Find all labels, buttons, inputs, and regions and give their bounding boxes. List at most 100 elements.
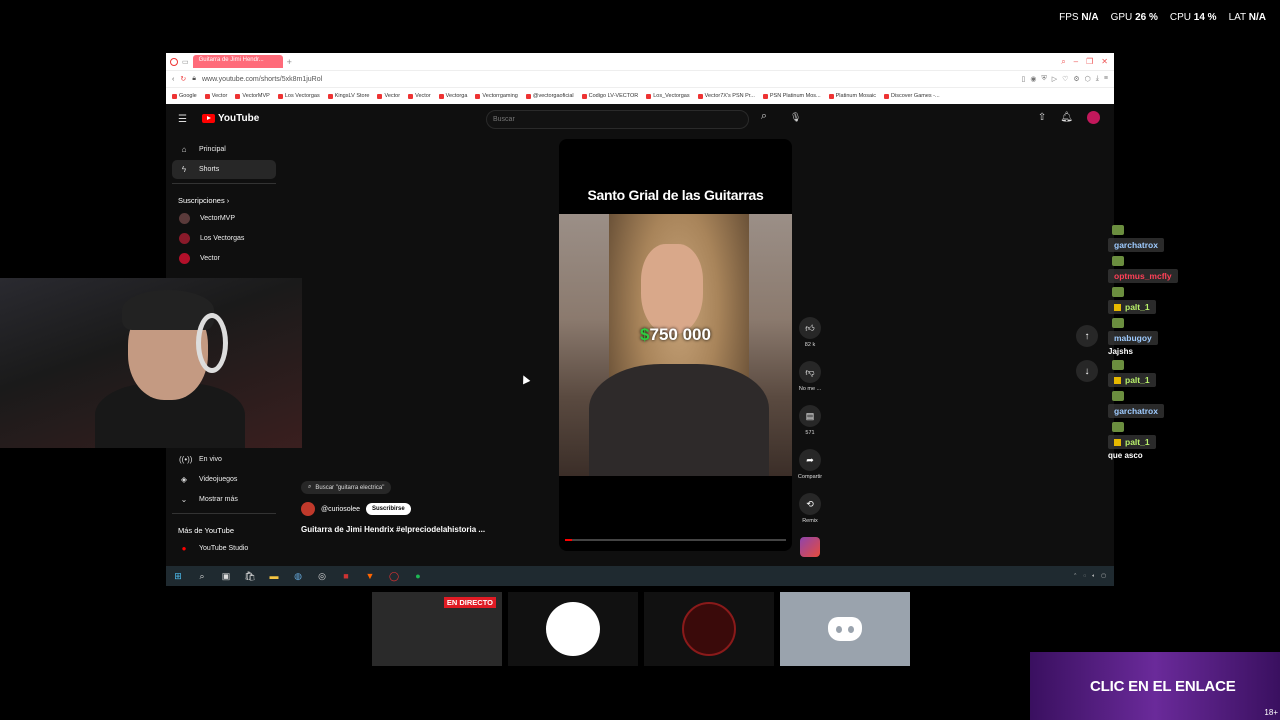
video-progress[interactable] — [565, 539, 786, 541]
comments-button[interactable]: ▤ 571 — [799, 405, 821, 436]
bookmark-item[interactable]: Discover Games -... — [884, 93, 940, 99]
sidebar-item-shorts[interactable]: ϟ Shorts — [172, 160, 276, 179]
store-icon[interactable]: 🛍︎ — [244, 570, 256, 582]
panel-mascot[interactable] — [508, 592, 638, 666]
share-button[interactable]: ➦ Compartir — [798, 449, 822, 480]
volume-icon[interactable]: 🔈︎ — [1092, 573, 1095, 579]
video-caption[interactable]: Guitarra de Jimi Hendrix #elpreciodelahi… — [301, 525, 485, 534]
subscribe-button[interactable]: Suscribirse — [366, 503, 411, 515]
bookmark-item[interactable]: Vectorga — [438, 93, 467, 99]
gamepad-icon: ◈ — [180, 475, 188, 484]
sidebar-item-games[interactable]: ◈ Videojuegos — [172, 470, 276, 489]
shorts-video[interactable]: Santo Grial de las Guitarras $750 000 — [559, 139, 792, 551]
heart-icon[interactable]: ♡ — [1062, 75, 1068, 83]
emote-icon — [1112, 391, 1124, 401]
hamburger-icon[interactable]: ☰ — [178, 114, 187, 125]
new-tab-button[interactable]: + — [287, 57, 292, 67]
sidebar-item-live[interactable]: ((•)) En vivo — [172, 450, 276, 469]
close-button[interactable]: ✕ — [1101, 57, 1108, 67]
task-view-icon[interactable]: ▣ — [220, 570, 232, 582]
chrome-icon[interactable]: ◍ — [292, 570, 304, 582]
minimize-button[interactable]: – — [1074, 57, 1078, 67]
maximize-button[interactable]: ❐ — [1086, 57, 1093, 67]
bookmark-item[interactable]: PSN Platinum Mos... — [762, 93, 821, 99]
network-icon[interactable]: ◌ — [1083, 573, 1086, 579]
channel-avatar[interactable] — [301, 502, 315, 516]
extensions-icon[interactable]: ⬡ — [1085, 75, 1091, 83]
bookmark-item[interactable]: KingsLV Store — [327, 93, 369, 99]
chat-username[interactable]: palt_1 — [1108, 435, 1156, 449]
sidebar-item-sub[interactable]: VectorMVP — [172, 209, 276, 228]
chat-username[interactable]: optmus_mcfly — [1108, 269, 1178, 283]
search-input[interactable]: Buscar — [486, 110, 749, 129]
arrow-down-icon[interactable]: ↓ — [1076, 360, 1098, 382]
panel-discord[interactable] — [780, 592, 910, 666]
chat-message: palt_1 que asco — [1108, 422, 1278, 460]
camera-icon[interactable]: ◉ — [1030, 75, 1036, 83]
url-field[interactable]: www.youtube.com/shorts/5xk8m1juRol — [202, 76, 1016, 83]
subscriptions-header[interactable]: Suscripciones › — [172, 188, 276, 209]
reload-icon[interactable]: ↻ — [180, 75, 186, 83]
sidebar-item-studio[interactable]: ● YouTube Studio — [172, 539, 276, 558]
youtube-logo[interactable]: YouTube — [202, 113, 259, 124]
upload-icon[interactable]: ⇧ — [1038, 112, 1046, 123]
spotify-icon[interactable]: ● — [412, 570, 424, 582]
bell-icon[interactable]: 🔔︎ — [1060, 112, 1073, 123]
avatar[interactable] — [1087, 111, 1100, 124]
bookmark-item[interactable]: Google — [172, 93, 197, 99]
dislike-button[interactable]: 👎︎ No me ... — [799, 361, 821, 392]
bookmark-item[interactable]: @vectorgaoficial — [525, 93, 574, 99]
sidebar-item-principal[interactable]: ⌂ Principal — [172, 140, 276, 159]
shield-icon[interactable]: ⛨ — [1041, 75, 1046, 83]
search-suggestion-chip[interactable]: ⌕ Buscar "guitarra electrica" — [301, 481, 392, 494]
windows-start-icon[interactable]: ⊞ — [172, 570, 184, 582]
chat-username[interactable]: garchatrox — [1108, 238, 1164, 252]
bookmark-item[interactable]: Vector — [377, 93, 400, 99]
steam-icon[interactable]: ◎ — [316, 570, 328, 582]
bookmark-item[interactable]: Codigo LV-VECTOR — [581, 93, 638, 99]
bookmark-item[interactable]: VectorMVP — [235, 93, 270, 99]
menu-icon[interactable]: ≡ — [1104, 75, 1108, 83]
sidebar-item-sub[interactable]: Los Vectorgas — [172, 229, 276, 248]
sidebar-item-sub[interactable]: Vector — [172, 249, 276, 268]
arrow-up-icon[interactable]: ↑ — [1076, 325, 1098, 347]
download-icon[interactable]: ⤓ — [1096, 75, 1099, 83]
bookmark-item[interactable]: Los_Vectorgas — [646, 93, 690, 99]
app-icon[interactable]: ■ — [340, 570, 352, 582]
notification-icon[interactable]: ▢ — [1101, 573, 1106, 579]
opera-icon[interactable] — [170, 57, 178, 66]
brave-icon[interactable]: ▼ — [364, 570, 376, 582]
bookmark-item[interactable]: Platinum Mosaic — [828, 93, 876, 99]
tab-youtube[interactable]: Guitarra de Jimi Hendr... — [192, 55, 283, 68]
promo-banner[interactable]: CLIC EN EL ENLACE 18+ — [1030, 652, 1280, 720]
show-more-button[interactable]: ⌄ Mostrar más — [172, 490, 276, 509]
bookmark-item[interactable]: Vector7X's PSN Pr... — [697, 93, 755, 99]
channel-thumbnail[interactable] — [800, 537, 820, 557]
chat-username[interactable]: garchatrox — [1108, 404, 1164, 418]
bookmark-item[interactable]: Vectorrgaming — [475, 93, 518, 99]
bookmark-icon[interactable]: ▯ — [1022, 75, 1026, 83]
folder-icon[interactable]: ▬ — [268, 570, 280, 582]
search-tabs-icon[interactable]: ⌕ — [1061, 57, 1065, 67]
bookmark-item[interactable]: Vector — [408, 93, 431, 99]
search-icon[interactable]: ⌕ — [196, 570, 208, 582]
stream-panels: EN DIRECTO — [372, 592, 910, 666]
chat-username[interactable]: mabugoy — [1108, 331, 1158, 345]
chat-username[interactable]: palt_1 — [1108, 373, 1156, 387]
settings-icon[interactable]: ⚙ — [1073, 75, 1079, 83]
like-button[interactable]: 👍︎ 82 k — [799, 317, 821, 348]
channel-name[interactable]: @curiosolee — [321, 506, 360, 513]
chat-username[interactable]: palt_1 — [1108, 300, 1156, 314]
panel-logo[interactable] — [644, 592, 774, 666]
search-icon[interactable]: ⌕ — [749, 110, 779, 129]
panel-live[interactable]: EN DIRECTO — [372, 592, 502, 666]
tab-overview-icon[interactable]: ▭ — [182, 58, 189, 66]
play-icon[interactable]: ▷ — [1052, 75, 1057, 83]
bookmark-item[interactable]: Vector — [204, 93, 227, 99]
microphone-icon[interactable]: 🎙︎ — [790, 112, 801, 123]
chevron-up-icon[interactable]: ⌃ — [1073, 573, 1077, 579]
back-icon[interactable]: ‹ — [172, 76, 174, 83]
opera-icon[interactable]: ◯ — [388, 570, 400, 582]
remix-button[interactable]: ⟲ Remix — [799, 493, 821, 524]
bookmark-item[interactable]: Los Vectorgas — [277, 93, 320, 99]
